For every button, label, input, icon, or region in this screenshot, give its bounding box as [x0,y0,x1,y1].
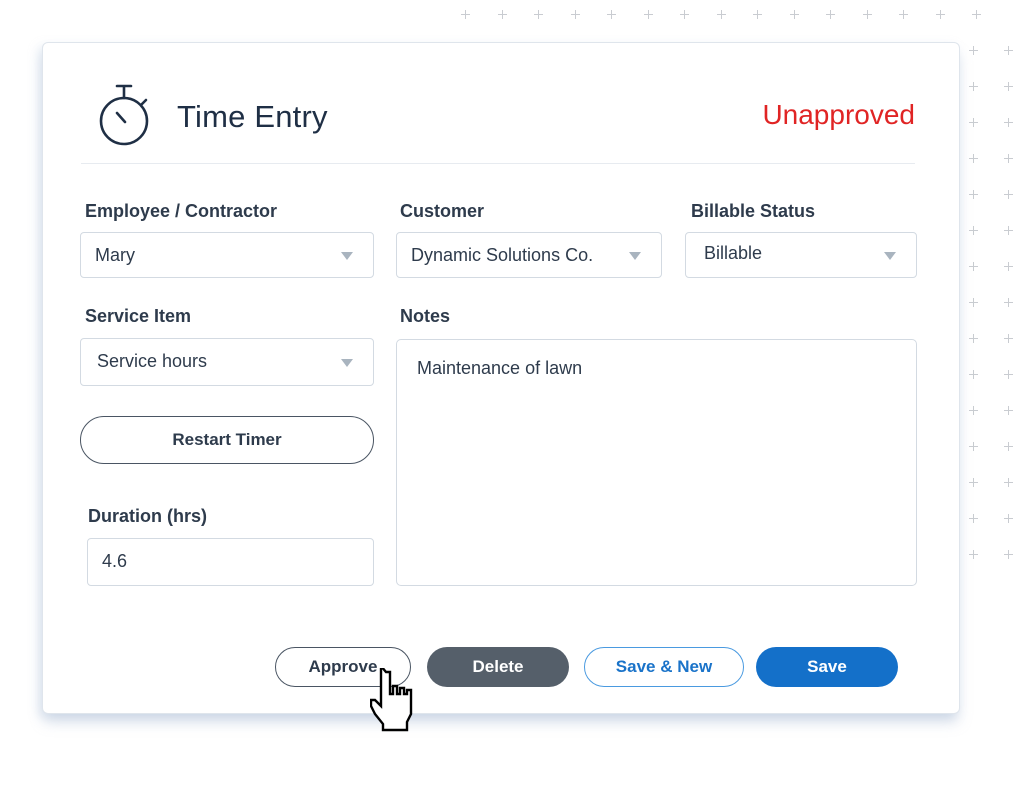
chevron-down-icon [884,252,896,260]
grid-plus-mark [1004,118,1013,127]
notes-value: Maintenance of lawn [417,358,583,378]
grid-plus-mark [1004,262,1013,271]
duration-label: Duration (hrs) [88,506,207,526]
customer-value: Dynamic Solutions Co. [411,245,594,265]
grid-plus-mark [969,334,978,343]
grid-plus-mark [969,82,978,91]
grid-plus-mark [969,478,978,487]
service-item-value: Service hours [97,351,208,371]
grid-plus-mark [899,10,908,19]
chevron-down-icon [629,252,641,260]
hand-pointer-icon [370,668,413,732]
grid-plus-mark [969,118,978,127]
grid-plus-mark [1004,298,1013,307]
grid-plus-mark [534,10,543,19]
time-entry-card: Time Entry Unapproved Employee / Contrac… [42,42,960,714]
customer-select[interactable]: Dynamic Solutions Co. [396,232,662,278]
duration-input[interactable]: 4.6 [87,538,374,586]
grid-plus-mark [607,10,616,19]
grid-plus-mark [498,10,507,19]
grid-plus-mark [571,10,580,19]
grid-plus-mark [790,10,799,19]
status-badge: Unapproved [762,99,915,130]
save-button[interactable]: Save [756,647,898,687]
grid-plus-mark [969,406,978,415]
grid-plus-mark [969,154,978,163]
chevron-down-icon [341,252,353,260]
notes-textarea[interactable]: Maintenance of lawn [396,339,917,586]
chevron-down-icon [341,359,353,367]
grid-plus-mark [461,10,470,19]
grid-plus-mark [1004,370,1013,379]
grid-plus-mark [969,46,978,55]
grid-plus-mark [1004,46,1013,55]
grid-plus-mark [969,514,978,523]
grid-plus-mark [1004,226,1013,235]
customer-label: Customer [400,201,485,221]
service-item-select[interactable]: Service hours [80,338,374,386]
save-and-new-button[interactable]: Save & New [584,647,744,687]
grid-plus-mark [1004,190,1013,199]
grid-plus-mark [680,10,689,19]
employee-value: Mary [95,245,135,265]
grid-plus-mark [753,10,762,19]
grid-plus-mark [1004,442,1013,451]
billable-status-value: Billable [704,243,763,263]
restart-timer-button[interactable]: Restart Timer [80,416,374,464]
employee-label: Employee / Contractor [85,201,278,221]
grid-plus-mark [1004,334,1013,343]
grid-plus-mark [969,262,978,271]
grid-plus-mark [936,10,945,19]
grid-plus-mark [969,190,978,199]
duration-value: 4.6 [102,551,128,571]
grid-plus-mark [1004,406,1013,415]
grid-plus-mark [1004,514,1013,523]
grid-plus-mark [969,442,978,451]
grid-plus-mark [826,10,835,19]
billable-status-label: Billable Status [691,201,816,221]
grid-plus-mark [1004,82,1013,91]
grid-plus-mark [1004,550,1013,559]
service-item-label: Service Item [85,306,192,326]
grid-plus-mark [1004,154,1013,163]
notes-label: Notes [400,306,451,326]
grid-plus-mark [717,10,726,19]
grid-plus-mark [969,550,978,559]
grid-plus-mark [644,10,653,19]
page-title: Time Entry [177,99,328,134]
employee-select[interactable]: Mary [80,232,374,278]
grid-plus-mark [1004,478,1013,487]
billable-status-select[interactable]: Billable [685,232,917,278]
stopwatch-icon [99,84,149,146]
grid-plus-mark [969,370,978,379]
card-header: Time Entry Unapproved [81,71,915,164]
delete-button[interactable]: Delete [427,647,569,687]
grid-plus-mark [972,10,981,19]
grid-plus-mark [969,226,978,235]
grid-plus-mark [863,10,872,19]
grid-plus-mark [969,298,978,307]
